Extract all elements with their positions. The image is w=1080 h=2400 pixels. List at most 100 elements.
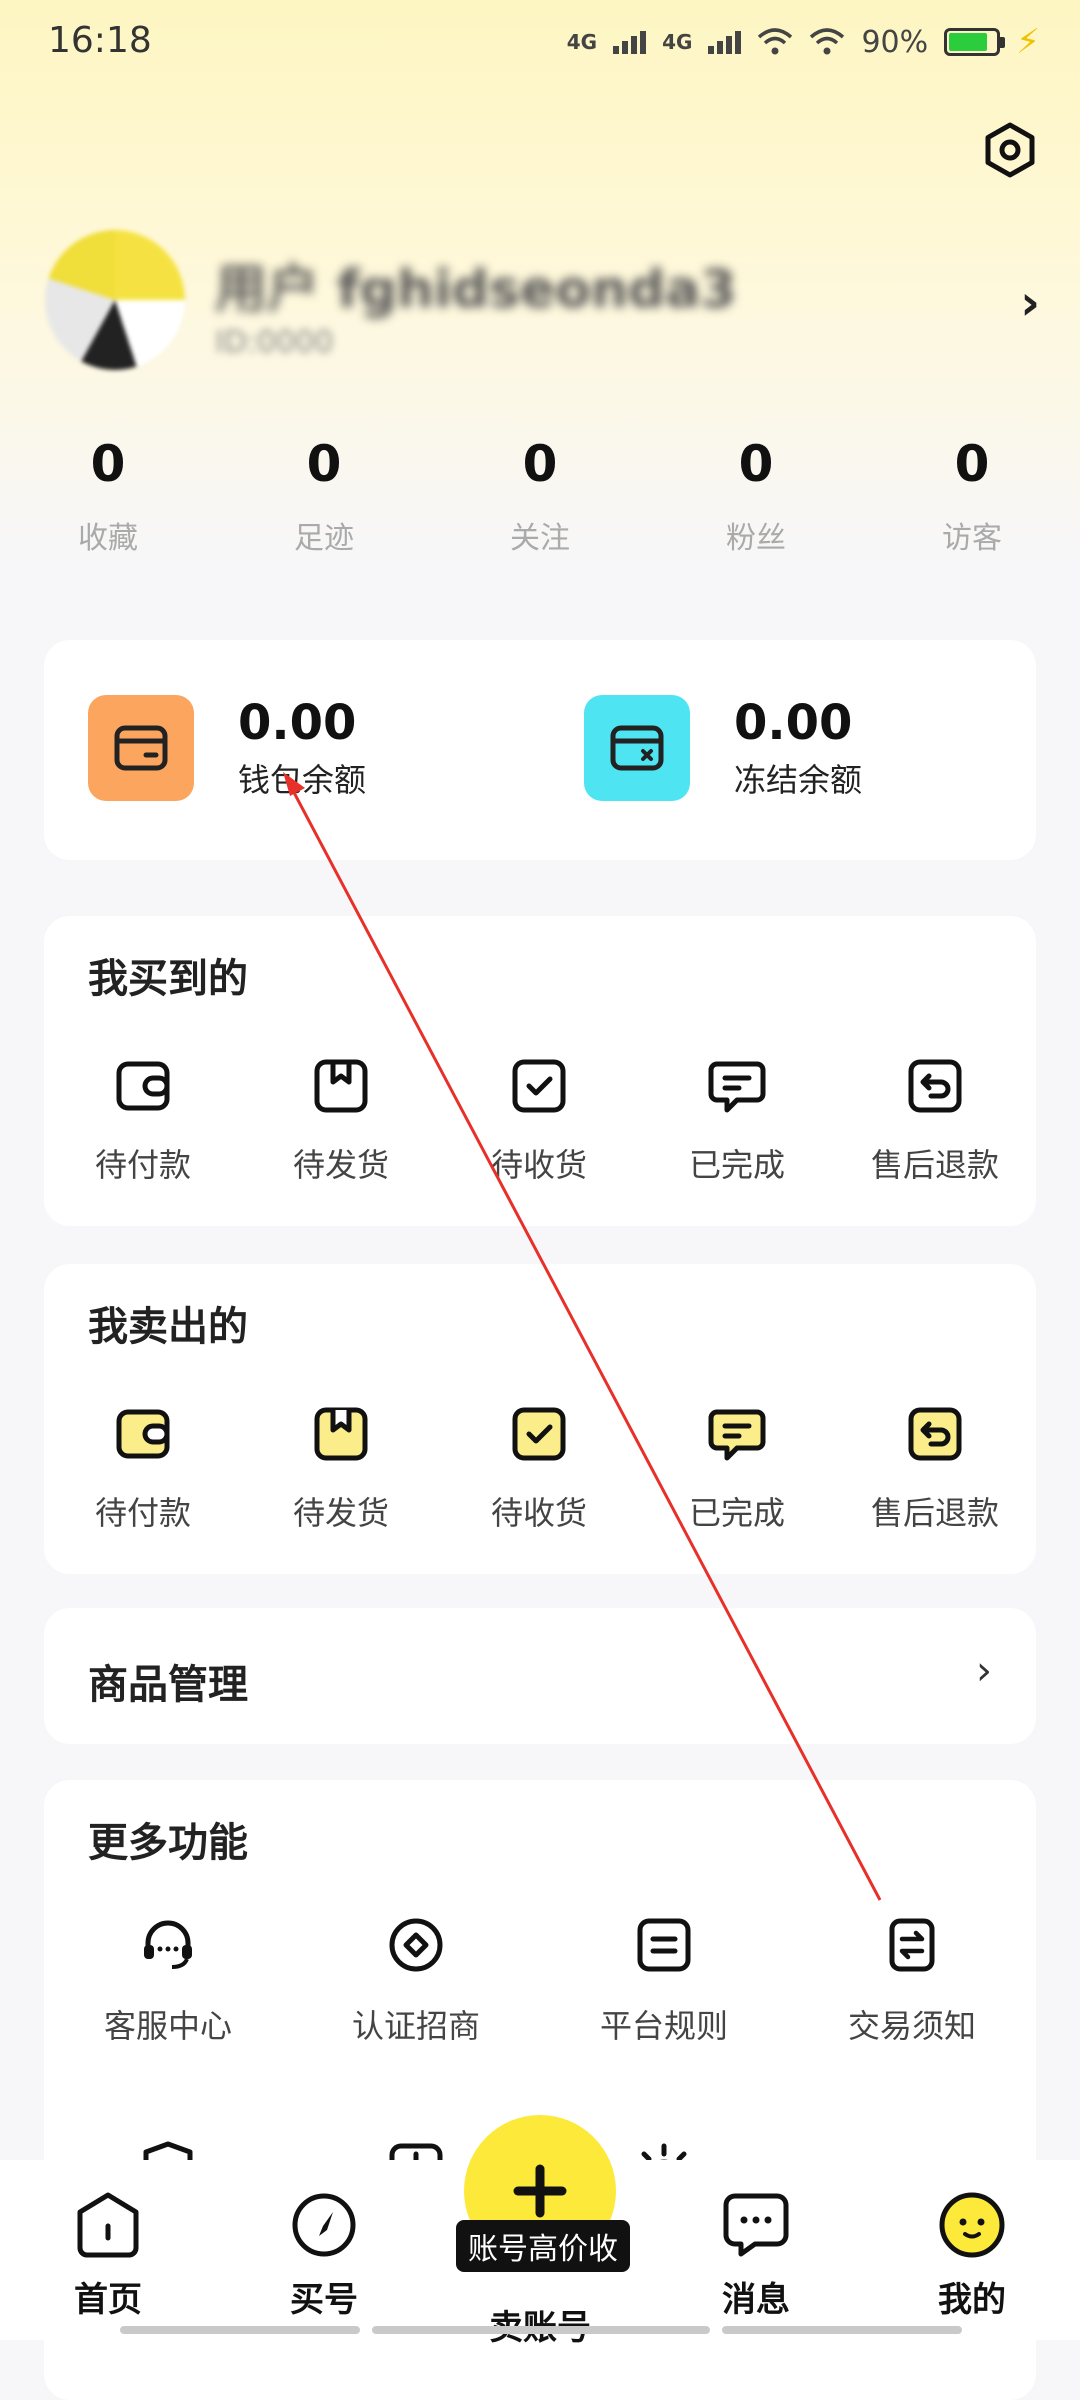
home-indicator-segment [372, 2326, 710, 2334]
charging-icon: ⚡ [1016, 22, 1040, 62]
home-indicator-segment [120, 2326, 360, 2334]
order-label: 待付款 [94, 1494, 191, 1532]
stat-visitors[interactable]: 0 访客 [864, 435, 1080, 557]
network-4g-label-1: 4G [566, 30, 598, 54]
rules-document-icon [637, 1918, 691, 1972]
status-time: 16:18 [48, 20, 152, 61]
stat-value: 0 [954, 435, 990, 493]
feature-label: 交易须知 [847, 2007, 976, 2045]
headset-icon [144, 1920, 192, 1969]
tab-label-sell[interactable]: 卖账号 [470, 2300, 610, 2349]
bought-after-sales[interactable]: 售后退款 [836, 1056, 1034, 1186]
stats-row: 0 收藏 0 足迹 0 关注 0 粉丝 0 访客 [0, 435, 1080, 557]
customer-service-center[interactable]: 客服中心 [44, 1915, 292, 2047]
battery-icon [944, 28, 1006, 56]
stat-label: 关注 [510, 521, 570, 556]
avatar[interactable] [45, 230, 185, 370]
wifi-icon [810, 28, 845, 55]
compass-icon [292, 2193, 356, 2257]
chevron-right-icon[interactable]: › [1020, 275, 1040, 331]
stat-favorites[interactable]: 0 收藏 [0, 435, 216, 557]
stat-label: 足迹 [294, 521, 354, 556]
settings-gear-icon[interactable] [980, 120, 1040, 180]
wallet-outline-icon [116, 1061, 170, 1111]
return-icon [908, 1059, 962, 1113]
tab-label: 买号 [290, 2280, 358, 2320]
order-label: 已完成 [688, 1494, 785, 1532]
wallet-card: 0.00 钱包余额 0.00 冻结余额 [44, 640, 1036, 860]
order-label: 售后退款 [870, 1146, 999, 1184]
stat-footprints[interactable]: 0 足迹 [216, 435, 432, 557]
stat-value: 0 [306, 435, 342, 493]
check-box-icon [512, 1059, 566, 1113]
frozen-wallet-icon [584, 695, 690, 801]
section-title: 商品管理 [88, 1662, 248, 1708]
wallet-balance[interactable]: 0.00 钱包余额 [88, 695, 366, 801]
user-id: ID:0000 [215, 325, 334, 360]
stat-following[interactable]: 0 关注 [432, 435, 648, 557]
chat-bubble-icon [723, 2193, 789, 2257]
plus-icon [513, 2164, 567, 2218]
stat-fans[interactable]: 0 粉丝 [648, 435, 864, 557]
stat-label: 粉丝 [726, 521, 786, 556]
tab-buy[interactable]: 买号 [254, 2190, 394, 2321]
tab-home[interactable]: 首页 [38, 2190, 178, 2321]
bought-pending-payment[interactable]: 待付款 [44, 1056, 242, 1186]
profile-header[interactable]: 用户 fghidseonda3 ID:0000 › [40, 225, 1040, 375]
check-box-icon [512, 1407, 566, 1461]
battery-percent: 90% [861, 24, 929, 60]
sold-pending-payment[interactable]: 待付款 [44, 1404, 242, 1534]
bought-orders-card: 我买到的 待付款 待发货 待收货 已完成 售后退款 [44, 916, 1036, 1226]
home-indicator-segment [722, 2326, 962, 2334]
signal-icon [708, 30, 742, 54]
order-label: 待收货 [490, 1494, 587, 1532]
home-icon [77, 2192, 139, 2258]
smiley-face-icon [939, 2192, 1005, 2258]
certification-merchant[interactable]: 认证招商 [292, 1915, 540, 2047]
wallet-outline-icon [116, 1409, 170, 1459]
frozen-balance[interactable]: 0.00 冻结余额 [584, 695, 862, 801]
transaction-notice[interactable]: 交易须知 [788, 1915, 1036, 2047]
package-icon [314, 1059, 368, 1113]
order-label: 待收货 [490, 1146, 587, 1184]
goods-management-row[interactable]: 商品管理 › [44, 1608, 1036, 1744]
wifi-icon [758, 28, 793, 55]
package-icon [314, 1407, 368, 1461]
stat-value: 0 [90, 435, 126, 493]
frozen-balance-value: 0.00 [734, 695, 853, 751]
stat-label: 访客 [942, 521, 1002, 556]
platform-rules[interactable]: 平台规则 [540, 1915, 788, 2047]
diamond-badge-icon [389, 1918, 443, 1972]
status-indicators: 4G 4G 90% ⚡ [567, 22, 1040, 62]
order-label: 待发货 [292, 1146, 389, 1184]
wallet-icon [88, 695, 194, 801]
feature-label: 平台规则 [599, 2007, 728, 2045]
stat-value: 0 [522, 435, 558, 493]
sold-completed[interactable]: 已完成 [638, 1404, 836, 1534]
tab-label: 我的 [938, 2280, 1006, 2320]
message-done-icon [708, 1061, 766, 1113]
sell-badge: 账号高价收 [456, 2220, 630, 2272]
order-label: 已完成 [688, 1146, 785, 1184]
wallet-balance-value: 0.00 [238, 695, 357, 751]
bought-pending-shipment[interactable]: 待发货 [242, 1056, 440, 1186]
wallet-balance-label: 钱包余额 [238, 761, 367, 799]
stat-value: 0 [738, 435, 774, 493]
bought-pending-receipt[interactable]: 待收货 [440, 1056, 638, 1186]
network-4g-label-2: 4G [662, 30, 693, 54]
chevron-right-icon: › [976, 1648, 992, 1694]
stat-label: 收藏 [78, 521, 138, 556]
tab-label: 首页 [74, 2280, 142, 2320]
tab-label: 消息 [722, 2280, 790, 2320]
sold-pending-receipt[interactable]: 待收货 [440, 1404, 638, 1534]
sold-pending-shipment[interactable]: 待发货 [242, 1404, 440, 1534]
status-bar: 16:18 4G 4G 90% ⚡ [0, 0, 1080, 80]
sold-after-sales[interactable]: 售后退款 [836, 1404, 1034, 1534]
bought-completed[interactable]: 已完成 [638, 1056, 836, 1186]
section-title: 我买到的 [88, 956, 248, 1002]
tab-messages[interactable]: 消息 [686, 2190, 826, 2321]
tab-mine[interactable]: 我的 [902, 2190, 1042, 2321]
frozen-balance-label: 冻结余额 [734, 761, 863, 799]
order-label: 待发货 [292, 1494, 389, 1532]
section-title: 更多功能 [88, 1820, 248, 1866]
